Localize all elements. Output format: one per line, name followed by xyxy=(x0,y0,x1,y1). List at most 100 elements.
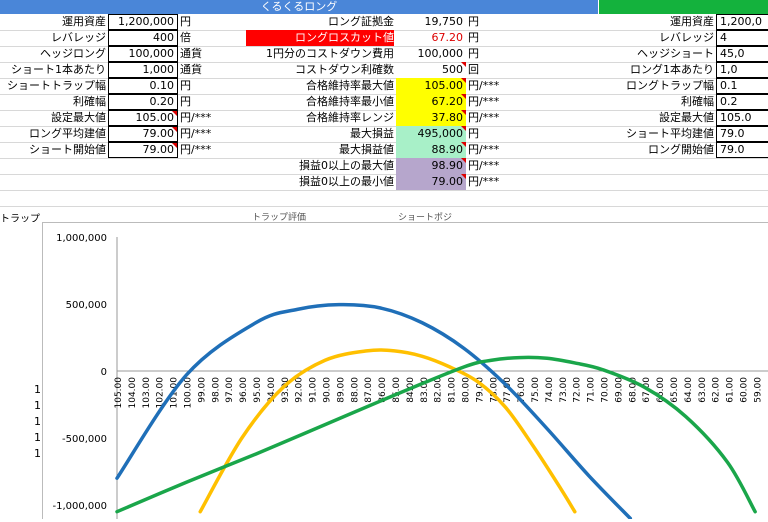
result-unit: 回 xyxy=(468,63,479,76)
param-value-cell[interactable]: 1,200,000 xyxy=(108,14,178,30)
result-unit: 円/*** xyxy=(468,111,500,124)
result-value: 67.20 xyxy=(396,94,466,110)
result-value: 67.20 xyxy=(431,31,464,44)
row-stub: 1 xyxy=(34,431,41,444)
result-label: 最大損益値 xyxy=(339,143,394,156)
x-tick-label: 73.00 xyxy=(559,377,569,403)
param-label: ショート開始値 xyxy=(29,143,106,156)
param-unit: 円 xyxy=(180,15,191,28)
x-tick-label: 103.00 xyxy=(142,377,152,409)
x-tick-label: 81.00 xyxy=(448,377,458,403)
param-value-cell[interactable]: 105.00 xyxy=(108,110,178,126)
param-label: 利確幅 xyxy=(73,95,106,108)
green-banner xyxy=(599,0,768,14)
param-unit: 円/*** xyxy=(180,143,212,156)
x-tick-label: 89.00 xyxy=(336,377,346,403)
right-param-value-cell[interactable]: 0.1 xyxy=(716,78,768,94)
right-param-label: 運用資産 xyxy=(670,15,714,28)
x-tick-label: 85.00 xyxy=(392,377,402,403)
param-unit: 円 xyxy=(180,95,191,108)
param-value-cell[interactable]: 79.00 xyxy=(108,126,178,142)
right-param-label: レバレッジ xyxy=(659,31,714,44)
param-unit: 倍 xyxy=(180,31,191,44)
result-value: 19,750 xyxy=(424,15,464,28)
y-tick-label: 1,000,000 xyxy=(56,233,107,244)
right-param-value-cell[interactable]: 105.0 xyxy=(716,110,768,126)
param-label: ショートトラップ幅 xyxy=(7,79,106,92)
row-stub-column: 1 1 1 1 1 xyxy=(0,222,42,518)
right-param-label: ヘッジショート xyxy=(637,47,714,60)
profit-chart: 1,000,000 500,000 0 -500,000 -1,000,000 105.0… xyxy=(52,233,768,521)
param-value-cell[interactable]: 100,000 xyxy=(108,46,178,62)
param-unit: 通貨 xyxy=(180,63,202,76)
param-unit: 円/*** xyxy=(180,111,212,124)
x-tick-label: 60.00 xyxy=(740,377,750,403)
param-value-cell[interactable]: 1,000 xyxy=(108,62,178,78)
result-unit: 円 xyxy=(468,47,479,60)
x-tick-label: 87.00 xyxy=(364,377,374,403)
result-value: 88.90 xyxy=(396,142,466,158)
x-tick-label: 92.00 xyxy=(295,377,305,403)
param-value-cell[interactable]: 0.20 xyxy=(108,94,178,110)
result-unit: 円/*** xyxy=(468,143,500,156)
result-label: 損益0以上の最小値 xyxy=(299,175,394,188)
right-param-label: ロング1本あたり xyxy=(630,63,714,76)
param-label: ヘッジロング xyxy=(40,47,106,60)
param-label: レバレッジ xyxy=(51,31,106,44)
param-value-cell[interactable]: 79.00 xyxy=(108,142,178,158)
right-param-label: ショート平均建値 xyxy=(626,127,714,140)
series-line-0 xyxy=(115,302,633,521)
x-tick-label: 95.00 xyxy=(253,377,263,403)
right-param-value-cell[interactable]: 4 xyxy=(716,30,768,46)
result-unit: 円 xyxy=(468,15,479,28)
sheet-gridline xyxy=(0,206,768,207)
sheet-title: くるくるロング xyxy=(260,0,338,13)
y-tick-label: -1,000,000 xyxy=(52,501,107,512)
row-stub: 1 xyxy=(34,415,41,428)
result-label: 合格維持率レンジ xyxy=(306,111,394,124)
x-tick-label: 61.00 xyxy=(726,377,736,403)
result-value: 495,000 xyxy=(396,126,466,142)
param-value-cell[interactable]: 0.10 xyxy=(108,78,178,94)
x-tick-label: 74.00 xyxy=(545,377,555,403)
result-label: ロングロスカット値 xyxy=(246,30,394,46)
y-tick-label: 0 xyxy=(101,367,107,378)
right-param-value-cell[interactable]: 0.2 xyxy=(716,94,768,110)
right-param-value-cell[interactable]: 1,0 xyxy=(716,62,768,78)
right-param-value-cell[interactable]: 79.0 xyxy=(716,126,768,142)
y-tick-label: 500,000 xyxy=(66,300,107,311)
x-tick-label: 104.00 xyxy=(128,377,138,409)
row-stub: 1 xyxy=(34,447,41,460)
x-tick-label: 62.00 xyxy=(712,377,722,403)
x-tick-label: 82.00 xyxy=(434,377,444,403)
param-label: ロング平均建値 xyxy=(29,127,106,140)
right-param-value-cell[interactable]: 45,0 xyxy=(716,46,768,62)
x-tick-label: 71.00 xyxy=(587,377,597,403)
result-value: 100,000 xyxy=(417,47,464,60)
param-unit: 円/*** xyxy=(180,127,212,140)
result-label: コストダウン利確数 xyxy=(295,63,394,76)
x-tick-label: 96.00 xyxy=(239,377,249,403)
right-param-value-cell[interactable]: 1,200,0 xyxy=(716,14,768,30)
result-label: 1円分のコストダウン費用 xyxy=(266,47,394,60)
x-tick-label: 64.00 xyxy=(684,377,694,403)
x-tick-label: 99.00 xyxy=(197,377,207,403)
x-tick-label: 97.00 xyxy=(225,377,235,403)
x-tick-label: 91.00 xyxy=(309,377,319,403)
x-tick-label: 63.00 xyxy=(698,377,708,403)
x-tick-label: 105.00 xyxy=(114,377,124,409)
x-tick-label: 75.00 xyxy=(531,377,541,403)
y-tick-label: -500,000 xyxy=(62,434,107,445)
param-unit: 通貨 xyxy=(180,47,202,60)
chart-area[interactable]: 1,000,000 500,000 0 -500,000 -1,000,000 105.0… xyxy=(42,222,768,521)
x-tick-label: 98.00 xyxy=(211,377,221,403)
result-unit: 円/*** xyxy=(468,95,500,108)
result-label: 合格維持率最小値 xyxy=(306,95,394,108)
result-unit: 円 xyxy=(468,31,479,44)
param-value-cell[interactable]: 400 xyxy=(108,30,178,46)
right-param-label: 利確幅 xyxy=(681,95,714,108)
header-trap-label: トラップ xyxy=(0,214,40,222)
right-param-value-cell[interactable]: 79.0 xyxy=(716,142,768,158)
x-tick-label: 90.00 xyxy=(323,377,333,403)
header-item-0: トラップ評価 xyxy=(252,213,307,222)
